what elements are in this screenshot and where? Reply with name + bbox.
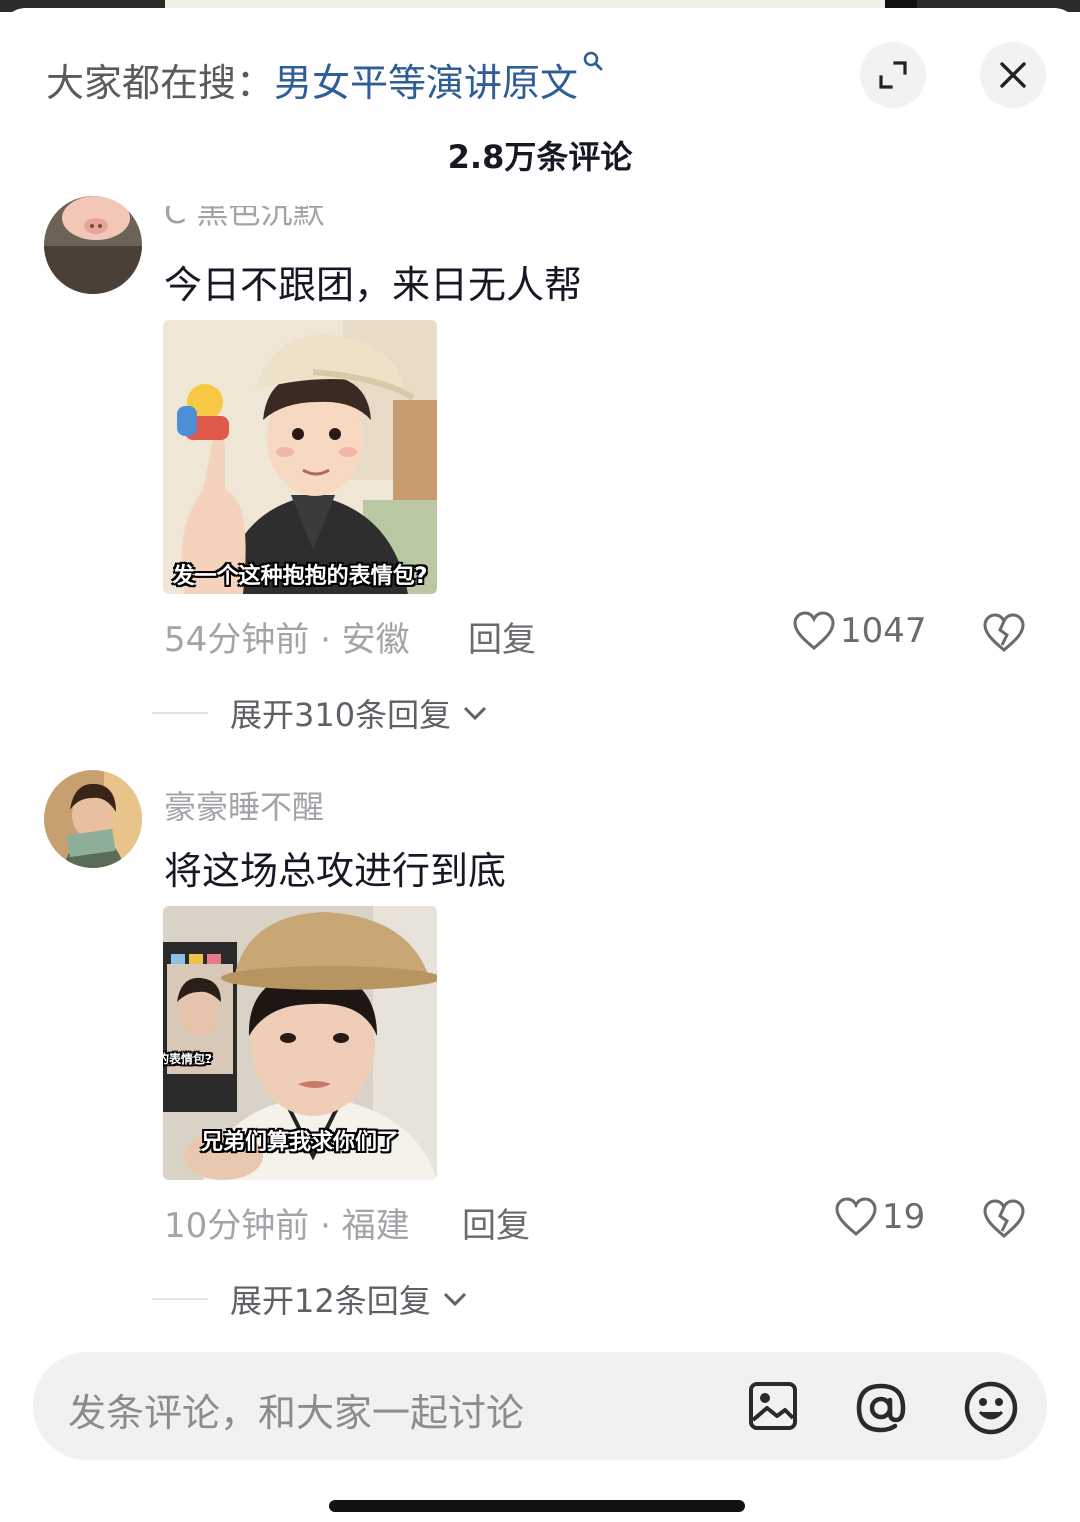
close-button[interactable] xyxy=(980,42,1046,108)
comment-text: 今日不跟团，来日无人帮 xyxy=(164,263,583,307)
image-inset-caption: 抱抱的表情包? xyxy=(163,1052,212,1066)
chevron-down-icon xyxy=(443,1292,466,1307)
comment-username[interactable]: 豪豪睡不醒 xyxy=(164,782,324,828)
reply-button[interactable]: 回复 xyxy=(462,1198,530,1247)
divider-line xyxy=(152,712,208,714)
broken-heart-icon xyxy=(983,1199,1025,1238)
broken-heart-icon xyxy=(983,613,1025,652)
comment-time-location: 54分钟前 · 安徽 xyxy=(164,620,410,660)
like-count: 19 xyxy=(882,1197,926,1237)
expand-replies-label: 展开310条回复 xyxy=(230,696,452,734)
search-icon xyxy=(583,51,603,71)
comment-username[interactable]: C 黑色沉默 xyxy=(164,206,325,230)
emoji-icon[interactable] xyxy=(963,1380,1019,1436)
heart-icon xyxy=(793,611,835,650)
comment-image[interactable]: 发一个这种抱抱的表情包? xyxy=(163,320,437,594)
comments-sheet: 大家都在搜：男女平等演讲原文 2.8万条评论 C 黑色沉默 今日不跟团，来日无人 xyxy=(0,8,1080,1522)
comment-image[interactable]: 抱抱的表情包? 兄弟们算我求你们了 xyxy=(163,906,437,1180)
search-suggestion-label: 大家都在搜： xyxy=(46,61,275,105)
reply-button[interactable]: 回复 xyxy=(468,612,536,661)
search-suggestion[interactable]: 大家都在搜：男女平等演讲原文 xyxy=(46,50,604,105)
close-icon xyxy=(1000,62,1026,88)
expand-replies-label: 展开12条回复 xyxy=(230,1282,431,1320)
image-icon[interactable] xyxy=(747,1380,799,1432)
expand-button[interactable] xyxy=(860,42,926,108)
image-caption: 发一个这种抱抱的表情包? xyxy=(172,564,428,589)
divider-line xyxy=(152,1298,208,1300)
at-icon[interactable] xyxy=(853,1380,909,1436)
like-button[interactable]: 1047 xyxy=(792,610,927,652)
expand-replies-button[interactable]: 展开12条回复 xyxy=(152,1276,469,1322)
search-suggestion-keyword[interactable]: 男女平等演讲原文 xyxy=(274,61,578,105)
comment-input-placeholder[interactable]: 发条评论，和大家一起讨论 xyxy=(68,1382,524,1437)
home-indicator[interactable] xyxy=(329,1500,745,1512)
avatar[interactable] xyxy=(44,196,142,294)
comment-time-location: 10分钟前 · 福建 xyxy=(164,1206,410,1246)
comment-count: 2.8万条评论 xyxy=(447,138,633,176)
avatar[interactable] xyxy=(44,770,142,868)
comment-input-bar[interactable]: 发条评论，和大家一起讨论 xyxy=(33,1352,1047,1460)
like-count: 1047 xyxy=(840,611,927,651)
expand-icon xyxy=(879,61,907,89)
dislike-button[interactable] xyxy=(982,612,1026,658)
chevron-down-icon xyxy=(464,706,487,721)
like-button[interactable]: 19 xyxy=(834,1196,925,1238)
image-caption: 兄弟们算我求你们了 xyxy=(200,1130,399,1155)
dislike-button[interactable] xyxy=(982,1198,1026,1244)
heart-icon xyxy=(835,1197,877,1236)
comment-text: 将这场总攻进行到底 xyxy=(164,849,507,893)
expand-replies-button[interactable]: 展开310条回复 xyxy=(152,690,489,736)
